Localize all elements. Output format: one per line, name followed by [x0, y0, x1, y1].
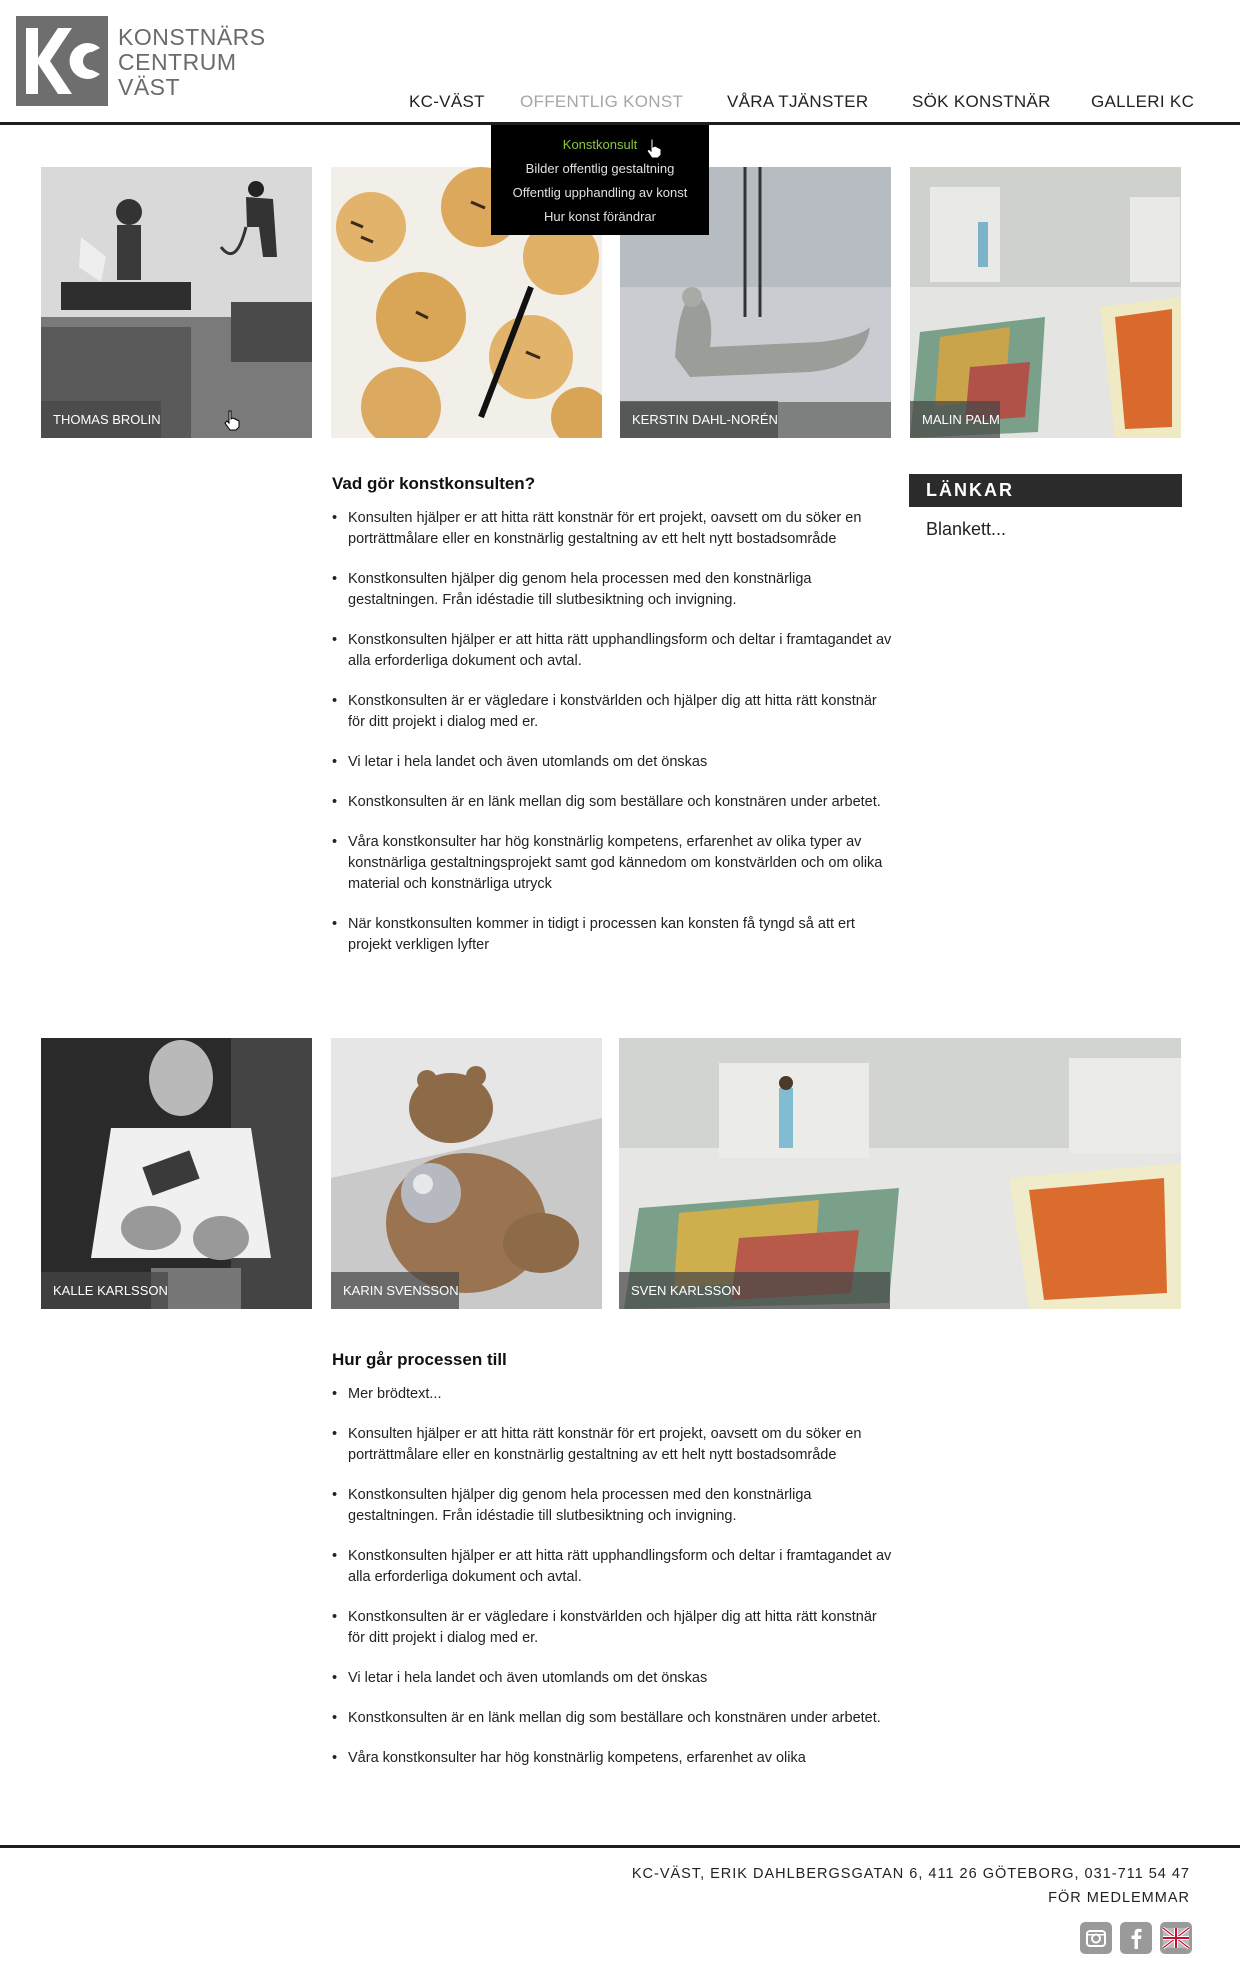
painting-exhibit-photo — [910, 167, 1181, 438]
list-item: Konstkonsulten hjälper er att hitta rätt… — [332, 630, 892, 672]
list-item: Konstkonsulten är er vägledare i konstvä… — [332, 1607, 892, 1649]
footer-divider — [0, 1845, 1240, 1848]
list-item: Vi letar i hela landet och även utomland… — [332, 1668, 892, 1689]
section-title: Hur går processen till — [332, 1350, 507, 1369]
list-item: Våra konstkonsulter har hög konstnärlig … — [332, 832, 892, 895]
dropdown-item-bilder-offentlig-gestaltning[interactable]: Bilder offentlig gestaltning — [491, 157, 709, 181]
main-nav: KC-VÄST OFFENTLIG KONST VÅRA TJÄNSTER SÖ… — [0, 92, 1240, 116]
list-item: Konsulten hjälper er att hitta rätt kons… — [332, 1424, 892, 1466]
list-item: Våra konstkonsulter har hög konstnärlig … — [332, 1748, 892, 1769]
footer-members-link[interactable]: FÖR MEDLEMMAR — [1048, 1890, 1190, 1906]
tile-caption: KERSTIN DAHL-NORÉN — [620, 401, 778, 438]
offentlig-konst-dropdown: Konstkonsult Bilder offentlig gestaltnin… — [491, 125, 709, 235]
list-item: Konstkonsulten hjälper dig genom hela pr… — [332, 569, 892, 611]
hand-cursor-icon — [646, 138, 662, 159]
painting-exhibit-wide-photo — [619, 1038, 1181, 1309]
tile-caption-empty — [331, 401, 343, 438]
footer-address: KC-VÄST, ERIK DAHLBERGSGATAN 6, 411 26 G… — [631, 1866, 1190, 1882]
sidebar-heading-lankar: LÄNKAR — [909, 474, 1182, 507]
nav-offentlig-konst[interactable]: OFFENTLIG KONST — [520, 92, 683, 112]
gallery-tile-sven-karlsson[interactable]: SVEN KARLSSON — [619, 1038, 1181, 1309]
hand-cursor-icon — [224, 410, 240, 431]
nav-galleri-kc[interactable]: GALLERI KC — [1091, 92, 1194, 112]
list-item: Konsulten hjälper er att hitta rätt kons… — [332, 508, 892, 550]
tile-caption: KALLE KARLSSON — [41, 1272, 168, 1309]
logo-line-2: CENTRUM — [118, 49, 237, 75]
gallery-tile-malin-palm[interactable]: MALIN PALM — [910, 167, 1181, 438]
section-title: Vad gör konstkonsulten? — [332, 474, 536, 493]
instagram-icon[interactable] — [1080, 1922, 1112, 1954]
gallery-tile-karin-svensson[interactable]: KARIN SVENSSON — [331, 1038, 602, 1309]
dropdown-item-hur-konst-forandrar[interactable]: Hur konst förändrar — [491, 205, 709, 229]
tile-caption: SVEN KARLSSON — [619, 1272, 890, 1309]
bear-sculpture-photo — [331, 1038, 602, 1309]
list-item: När konstkonsulten kommer in tidigt i pr… — [332, 914, 892, 956]
list-item: Mer brödtext... — [332, 1384, 892, 1405]
bullet-list: Mer brödtext... Konsulten hjälper er att… — [332, 1384, 892, 1769]
logo-line-1: KONSTNÄRS — [118, 24, 266, 50]
facebook-icon[interactable] — [1120, 1922, 1152, 1954]
bullet-list: Konsulten hjälper er att hitta rätt kons… — [332, 508, 892, 956]
sidebar-link-blankett[interactable]: Blankett... — [926, 519, 1006, 540]
tile-caption: MALIN PALM — [910, 401, 1000, 438]
tile-caption: KARIN SVENSSON — [331, 1272, 459, 1309]
list-item: Konstkonsulten är en länk mellan dig som… — [332, 1708, 892, 1729]
dropdown-item-konstkonsult[interactable]: Konstkonsult — [491, 133, 709, 157]
sculpture-photo — [41, 167, 312, 438]
gallery-tile-thomas-brolin[interactable]: THOMAS BROLIN — [41, 167, 312, 438]
list-item: Konstkonsulten är en länk mellan dig som… — [332, 792, 892, 813]
list-item: Konstkonsulten är er vägledare i konstvä… — [332, 691, 892, 733]
list-item: Konstkonsulten hjälper dig genom hela pr… — [332, 1485, 892, 1527]
nav-kc-vast[interactable]: KC-VÄST — [409, 92, 485, 112]
stone-carver-photo — [41, 1038, 312, 1309]
section-hur-gar-processen-till: Hur går processen till Mer brödtext... K… — [332, 1350, 892, 1788]
gallery-tile-kalle-karlsson[interactable]: KALLE KARLSSON — [41, 1038, 312, 1309]
nav-vara-tjanster[interactable]: VÅRA TJÄNSTER — [727, 92, 869, 112]
dropdown-item-offentlig-upphandling[interactable]: Offentlig upphandling av konst — [491, 181, 709, 205]
section-vad-gor-konstkonsulten: Vad gör konstkonsulten? Konsulten hjälpe… — [332, 474, 892, 975]
tile-caption: THOMAS BROLIN — [41, 401, 161, 438]
nav-sok-konstnar[interactable]: SÖK KONSTNÄR — [912, 92, 1051, 112]
logo-wordmark[interactable]: KONSTNÄRS CENTRUM VÄST — [118, 25, 266, 100]
list-item: Konstkonsulten hjälper er att hitta rätt… — [332, 1546, 892, 1588]
uk-flag-icon[interactable] — [1160, 1922, 1192, 1954]
list-item: Vi letar i hela landet och även utomland… — [332, 752, 892, 773]
